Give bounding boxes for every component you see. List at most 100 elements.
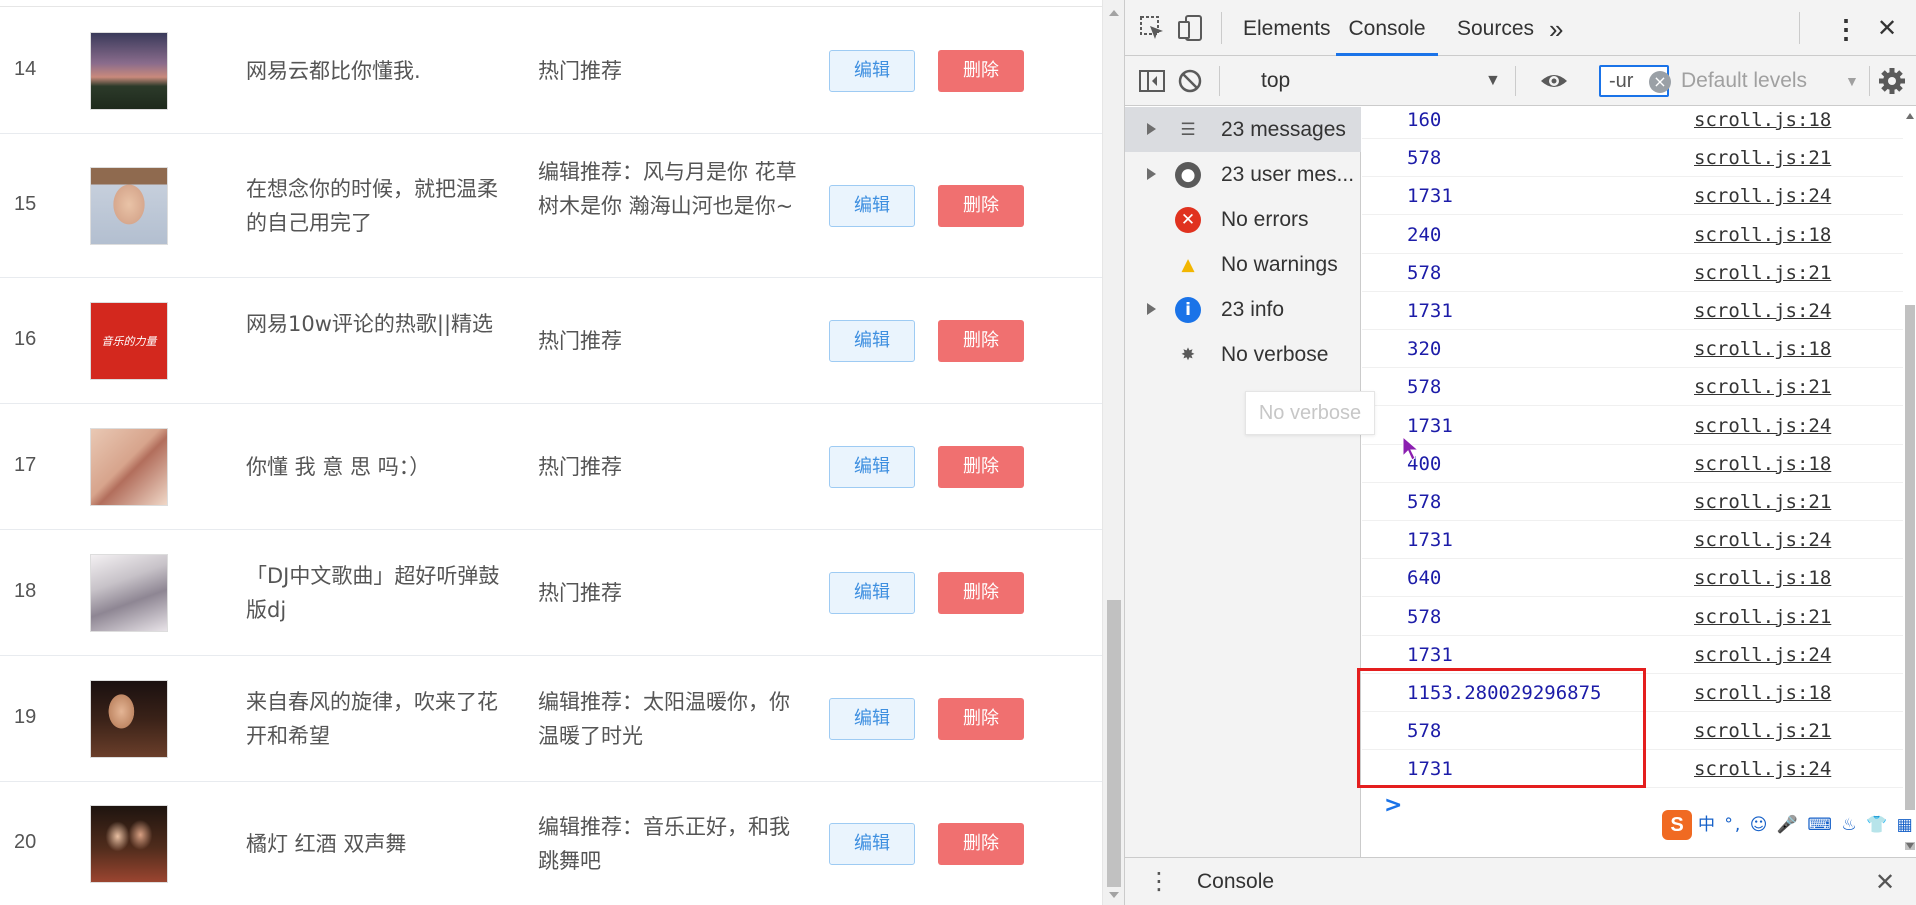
divider — [1869, 66, 1870, 96]
console-message: 1731 scroll.js:24 — [1362, 521, 1903, 560]
info-icon: i — [1175, 297, 1201, 323]
clear-filter-icon[interactable]: × — [1649, 71, 1671, 93]
expand-arrow-icon[interactable] — [1147, 123, 1156, 135]
inspect-element-icon[interactable] — [1137, 13, 1167, 43]
devtools-menu-icon[interactable]: ⋮ — [1833, 0, 1859, 56]
edit-button[interactable]: 编辑 — [829, 823, 915, 865]
tab-console[interactable]: Console — [1336, 0, 1438, 56]
scrollbar-thumb[interactable] — [1905, 305, 1915, 850]
device-toolbar-icon[interactable] — [1175, 13, 1205, 43]
close-devtools-icon[interactable]: ✕ — [1877, 0, 1897, 56]
edit-button[interactable]: 编辑 — [829, 572, 915, 614]
edit-button[interactable]: 编辑 — [829, 698, 915, 740]
delete-button[interactable]: 删除 — [938, 50, 1024, 92]
source-link[interactable]: scroll.js:18 — [1694, 674, 1831, 712]
playlist-cover-image — [90, 428, 168, 506]
source-link[interactable]: scroll.js:18 — [1694, 445, 1831, 483]
source-link[interactable]: scroll.js:24 — [1694, 750, 1831, 788]
sidebar-item-no-warnings[interactable]: ▲ No warnings — [1125, 242, 1361, 287]
more-tabs-icon[interactable]: » — [1549, 0, 1563, 56]
console-message: 1731 scroll.js:24 — [1362, 177, 1903, 216]
delete-button[interactable]: 删除 — [938, 320, 1024, 362]
sidebar-item-23-messages[interactable]: ☰ 23 messages — [1125, 107, 1361, 152]
console-message: 320 scroll.js:18 — [1362, 330, 1903, 369]
sidebar-item-no-errors[interactable]: ✕ No errors — [1125, 197, 1361, 242]
sidebar-item-23-user-mes[interactable]: ● 23 user mes... — [1125, 152, 1361, 197]
close-drawer-icon[interactable]: ✕ — [1875, 858, 1895, 905]
console-message: 578 scroll.js:21 — [1362, 598, 1903, 636]
sidebar-item-23-info[interactable]: i 23 info — [1125, 287, 1361, 332]
delete-button[interactable]: 删除 — [938, 698, 1024, 740]
sogou-logo[interactable]: S — [1662, 810, 1692, 840]
source-link[interactable]: scroll.js:24 — [1694, 292, 1831, 330]
ime-toolbar-icons[interactable]: 中 °, ☺ 🎤 ⌨ ♨ 👕 ▦ — [1698, 810, 1915, 840]
clear-console-icon[interactable] — [1175, 66, 1205, 96]
source-link[interactable]: scroll.js:24 — [1694, 521, 1831, 559]
console-message: 578 scroll.js:21 — [1362, 368, 1903, 407]
scroll-down-icon[interactable] — [1109, 892, 1119, 898]
divider — [0, 6, 1102, 7]
scroll-down-icon[interactable] — [1906, 843, 1914, 849]
playlist-cover-image: 音乐的力量 — [90, 302, 168, 380]
expand-arrow-icon[interactable] — [1147, 168, 1156, 180]
playlist-tag: 热门推荐 — [538, 329, 622, 353]
console-message: 400 scroll.js:18 — [1362, 445, 1903, 483]
live-expression-eye-icon[interactable] — [1539, 66, 1569, 96]
source-link[interactable]: scroll.js:21 — [1694, 368, 1831, 406]
playlist-page: 14 网易云都比你懂我. 热门推荐 编辑 删除 15 在想念你的时候，就把温柔的自己用完了编… — [0, 0, 1102, 905]
source-link[interactable]: scroll.js:21 — [1694, 139, 1831, 177]
row-index: 15 — [14, 193, 37, 215]
edit-button[interactable]: 编辑 — [829, 320, 915, 362]
page-scrollbar[interactable] — [1102, 0, 1124, 905]
delete-button[interactable]: 删除 — [938, 823, 1024, 865]
context-selector[interactable]: top — [1261, 56, 1290, 106]
edit-button[interactable]: 编辑 — [829, 446, 915, 488]
log-levels-dropdown[interactable]: Default levels — [1681, 56, 1807, 106]
console-message: 1731 scroll.js:24 — [1362, 407, 1903, 445]
scroll-up-icon[interactable] — [1906, 113, 1914, 119]
sidebar-item-label: 23 messages — [1221, 118, 1346, 141]
source-link[interactable]: scroll.js:24 — [1694, 636, 1831, 674]
source-link[interactable]: scroll.js:21 — [1694, 598, 1831, 636]
console-prompt[interactable]: > — [1384, 793, 1402, 818]
show-sidebar-icon[interactable] — [1137, 66, 1167, 96]
table-row: 18 「DJ中文歌曲」超好听弹鼓版dj 热门推荐 编辑 删除 — [0, 530, 1102, 656]
source-link[interactable]: scroll.js:21 — [1694, 483, 1831, 521]
delete-button[interactable]: 删除 — [938, 185, 1024, 227]
playlist-title: 来自春风的旋律，吹来了花开和希望 — [246, 690, 498, 748]
source-link[interactable]: scroll.js:24 — [1694, 407, 1831, 445]
highlight-annotation-box — [1357, 668, 1646, 788]
console-scrollbar[interactable] — [1903, 107, 1916, 857]
drawer-menu-icon[interactable]: ⋮ — [1147, 858, 1171, 905]
sidebar-item-label: 23 user mes... — [1221, 163, 1355, 186]
source-link[interactable]: scroll.js:18 — [1694, 107, 1831, 139]
source-link[interactable]: scroll.js:21 — [1694, 712, 1831, 750]
context-dropdown-icon[interactable]: ▼ — [1485, 56, 1501, 106]
sidebar-item-label: No verbose — [1221, 343, 1329, 366]
playlist-title: 在想念你的时候，就把温柔的自己用完了 — [246, 177, 498, 235]
console-settings-gear-icon[interactable] — [1877, 66, 1907, 96]
edit-button[interactable]: 编辑 — [829, 185, 915, 227]
tab-elements[interactable]: Elements — [1243, 0, 1331, 56]
playlist-cover-image — [90, 32, 168, 110]
source-link[interactable]: scroll.js:18 — [1694, 330, 1831, 368]
table-row: 19 来自春风的旋律，吹来了花开和希望 编辑推荐：太阳温暖你，你温暖了时光 编辑 删除 — [0, 656, 1102, 782]
sidebar-item-no-verbose[interactable]: ✸ No verbose — [1125, 332, 1361, 377]
source-link[interactable]: scroll.js:18 — [1694, 559, 1831, 597]
delete-button[interactable]: 删除 — [938, 572, 1024, 614]
user-icon: ● — [1175, 162, 1201, 188]
tab-sources[interactable]: Sources — [1457, 0, 1534, 56]
drawer-tab-console[interactable]: Console — [1197, 858, 1274, 905]
scroll-up-icon[interactable] — [1109, 10, 1119, 16]
console-sidebar: ☰ 23 messages ● 23 user mes... ✕ No errors ▲ No… — [1125, 107, 1361, 857]
log-value: 578 — [1407, 491, 1442, 513]
expand-arrow-icon[interactable] — [1147, 303, 1156, 315]
source-link[interactable]: scroll.js:24 — [1694, 177, 1831, 215]
source-link[interactable]: scroll.js:21 — [1694, 254, 1831, 292]
chevron-down-icon[interactable]: ▼ — [1845, 56, 1859, 106]
edit-button[interactable]: 编辑 — [829, 50, 915, 92]
scrollbar-thumb[interactable] — [1107, 600, 1121, 887]
divider — [1219, 66, 1220, 96]
source-link[interactable]: scroll.js:18 — [1694, 216, 1831, 254]
delete-button[interactable]: 删除 — [938, 446, 1024, 488]
